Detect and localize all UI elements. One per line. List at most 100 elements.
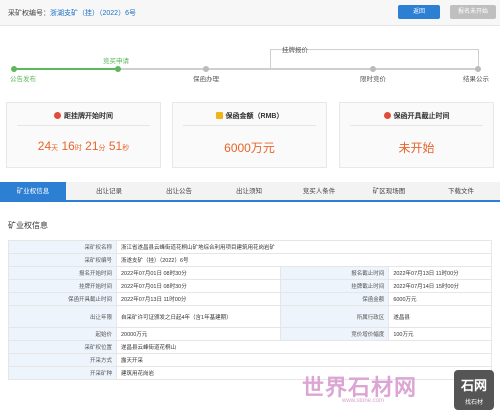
table-row: 报名开始时间 2022年07月01日 08时30分 报名截止时间 2022年07…	[8, 266, 492, 280]
table-key: 出让年限	[8, 305, 117, 328]
countdown-days-unit: 天	[51, 145, 59, 152]
table-value: 2022年07月01日 08时30分	[115, 279, 282, 293]
tab-transfer-record[interactable]: 出让记录	[76, 182, 142, 202]
alarm-icon	[383, 112, 391, 119]
guarantee-deadline-value: 未开始	[398, 141, 435, 155]
countdown-minutes: 21	[85, 139, 99, 153]
code-label-line: 采矿权编号：浙湖支矿（挂）（2022）6号	[8, 8, 136, 18]
tab-transfer-rules[interactable]: 出让须知	[216, 182, 282, 202]
header-bar: 采矿权编号：浙湖支矿（挂）（2022）6号 返回 报名未开始	[0, 0, 500, 26]
table-value: 6000万元	[388, 292, 492, 306]
card-guarantee-deadline: 保函开具截止时间 未开始	[339, 102, 494, 168]
watermark: 世界石材网 www.stone.com 石网 找石材	[300, 368, 500, 413]
countdown-hours: 16	[61, 139, 75, 153]
card-deadline-title: 保函开具截止时间	[340, 111, 493, 121]
timeline-label-result: 结果公示	[463, 76, 489, 83]
section-title: 矿业权信息	[8, 221, 48, 230]
table-key: 采矿权编号	[8, 253, 117, 267]
card-deadline-label: 保函开具截止时间	[393, 113, 450, 120]
tab-transfer-notice[interactable]: 出让公告	[146, 182, 212, 202]
card-countdown: 距挂牌开始时间 24天 16时 21分 51秒	[6, 102, 161, 168]
table-key: 保函开具截止时间	[8, 292, 117, 306]
table-value: 20000万元	[115, 327, 282, 341]
countdown-seconds-unit: 秒	[122, 145, 130, 152]
table-value: 2022年07月14日 15时00分	[388, 279, 492, 293]
timeline-done-line	[14, 68, 118, 70]
table-row: 挂牌开始时间 2022年07月01日 08时30分 挂牌截止时间 2022年07…	[8, 279, 492, 293]
table-key: 开采方式	[8, 353, 117, 367]
table-key: 竞价增价幅度	[280, 327, 390, 341]
timeline-pending-line	[118, 68, 478, 70]
table-key: 开采矿种	[8, 366, 117, 380]
table-key: 所属行政区	[280, 305, 390, 328]
info-cards: 距挂牌开始时间 24天 16时 21分 51秒 保函金额（RMB） 6000万元…	[6, 102, 494, 170]
countdown-hours-unit: 时	[74, 145, 82, 152]
countdown-seconds: 51	[108, 139, 123, 153]
table-value: 浙江省遂昌县云峰街道花桐山矿地综合利用项目建筑用花岗岩矿	[116, 240, 492, 254]
tab-mining-info[interactable]: 矿业权信息	[0, 182, 66, 202]
timeline-dot-5	[370, 66, 376, 72]
table-key: 保函金额	[280, 292, 390, 306]
countdown-days: 24	[37, 139, 52, 153]
mining-info-table: 采矿权名称 浙江省遂昌县云峰街道花桐山矿地综合利用项目建筑用花岗岩矿 采矿权编号…	[8, 240, 492, 380]
table-value: 2022年07月01日 08时30分	[115, 266, 282, 280]
card-divider	[183, 125, 316, 126]
card-amount-label: 保函金额（RMB）	[225, 113, 284, 120]
table-value: 2022年07月13日 11时00分	[115, 292, 282, 306]
card-divider	[17, 125, 150, 126]
signup-button[interactable]: 报名未开始	[450, 5, 496, 19]
table-key: 报名开始时间	[8, 266, 117, 280]
table-value: 2022年07月13日 11时00分	[388, 266, 492, 280]
guarantee-amount-value: 6000万元	[224, 141, 275, 155]
table-row: 采矿权编号 浙遂支矿（挂）（2022）6号	[8, 253, 492, 267]
table-key: 采矿权位置	[8, 340, 117, 354]
table-key: 采矿权名称	[8, 240, 117, 254]
table-value: 遂昌县云峰街道花桐山	[116, 340, 492, 354]
coin-icon	[215, 112, 223, 119]
table-value: 浙遂支矿（挂）（2022）6号	[116, 253, 492, 267]
mining-right-code: 浙湖支矿（挂）（2022）6号	[50, 10, 136, 17]
card-countdown-label: 距挂牌开始时间	[64, 113, 113, 120]
watermark-logo-bottom: 找石材	[464, 400, 483, 406]
watermark-logo-top: 石网	[460, 378, 487, 393]
table-row: 采矿权名称 浙江省遂昌县云峰街道花桐山矿地综合利用项目建筑用花岗岩矿	[8, 240, 492, 254]
table-value: 遂昌县	[388, 305, 492, 328]
table-row: 出让年限 自采矿许可证颁发之日起4年（含1年基建期） 所属行政区 遂昌县	[8, 305, 492, 328]
card-divider	[350, 125, 483, 126]
table-value: 露天开采	[116, 353, 492, 367]
countdown-value: 24天 16时 21分 51秒	[7, 139, 160, 153]
watermark-logo: 石网 找石材	[454, 370, 494, 410]
table-key: 报名截止时间	[280, 266, 390, 280]
table-key: 起始价	[8, 327, 117, 341]
timeline-dot-6	[475, 66, 481, 72]
progress-timeline: 公告发布 竞买申请 保函办理 挂牌报价 限时竞价 结果公示	[0, 27, 500, 89]
timeline-connector	[270, 49, 271, 69]
clock-icon	[54, 112, 61, 119]
countdown-minutes-unit: 分	[98, 145, 106, 152]
card-guarantee-amount: 保函金额（RMB） 6000万元	[172, 102, 327, 168]
tab-bar: 矿业权信息 出让记录 出让公告 出让须知 竞买人条件 矿区现场图 下载文件	[0, 182, 500, 202]
back-button[interactable]: 返回	[398, 5, 440, 19]
table-row: 开采方式 露天开采	[8, 353, 492, 367]
timeline-dot-1	[11, 66, 17, 72]
timeline-dot-3	[203, 66, 209, 72]
timeline-label-apply: 竞买申请	[103, 58, 129, 65]
table-value: 自采矿许可证颁发之日起4年（含1年基建期）	[115, 305, 282, 328]
tab-download-files[interactable]: 下载文件	[428, 182, 494, 202]
timeline-label-listing: 挂牌报价	[282, 47, 308, 54]
table-row: 采矿权位置 遂昌县云峰街道花桐山	[8, 340, 492, 354]
card-amount-title: 保函金额（RMB）	[173, 111, 326, 121]
tab-site-map[interactable]: 矿区现场图	[356, 182, 422, 202]
table-key: 挂牌截止时间	[280, 279, 390, 293]
timeline-label-publish: 公告发布	[10, 76, 36, 83]
card-countdown-title: 距挂牌开始时间	[7, 111, 160, 121]
timeline-label-bidding: 限时竞价	[360, 76, 386, 83]
timeline-dot-2	[115, 66, 121, 72]
tab-bidder-conditions[interactable]: 竞买人条件	[286, 182, 352, 202]
watermark-url: www.stone.com	[342, 398, 385, 404]
table-key: 挂牌开始时间	[8, 279, 117, 293]
timeline-label-guarantee: 保函办理	[193, 76, 219, 83]
table-value: 100万元	[388, 327, 492, 341]
table-row: 保函开具截止时间 2022年07月13日 11时00分 保函金额 6000万元	[8, 292, 492, 306]
table-row: 起始价 20000万元 竞价增价幅度 100万元	[8, 327, 492, 341]
